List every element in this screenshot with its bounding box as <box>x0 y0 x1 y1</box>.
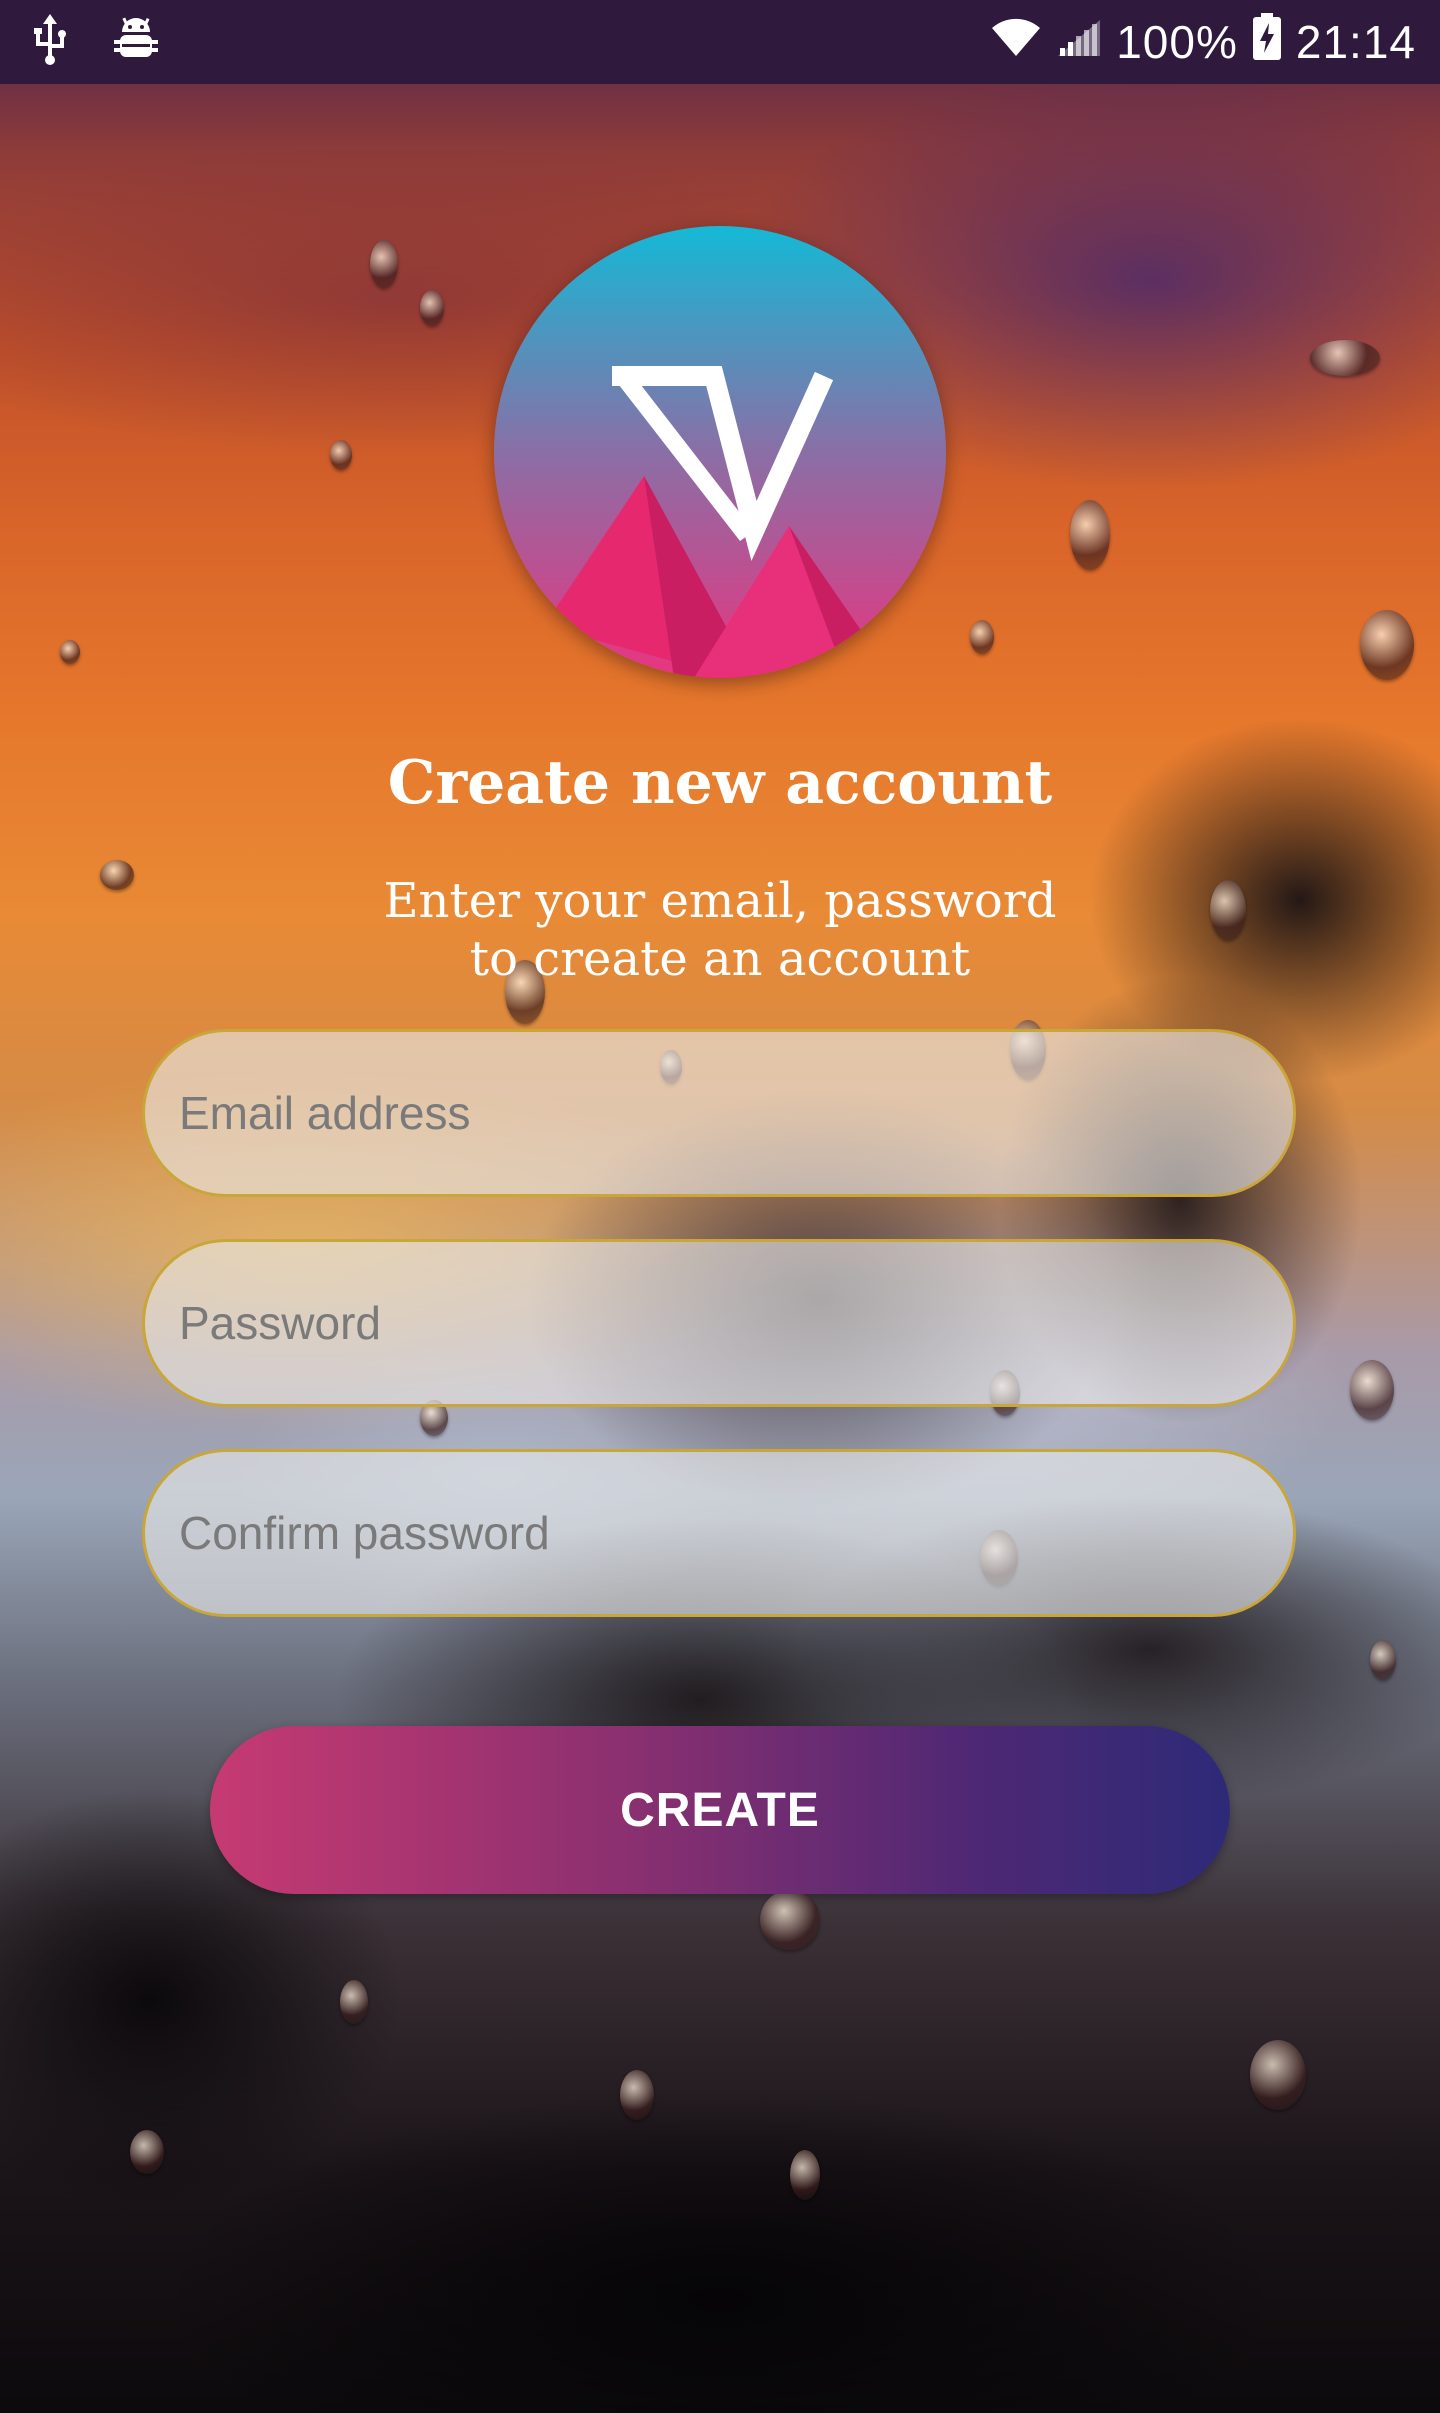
email-field-container[interactable] <box>142 1029 1296 1197</box>
status-bar-right: 100% 21:14 <box>990 12 1416 72</box>
usb-icon <box>30 14 70 71</box>
confirm-password-field-container[interactable] <box>142 1449 1296 1617</box>
confirm-password-field[interactable] <box>177 1505 1261 1561</box>
battery-percent: 100% <box>1116 16 1238 68</box>
create-button[interactable]: CREATE <box>210 1726 1230 1894</box>
email-field[interactable] <box>177 1085 1261 1141</box>
app-logo-icon <box>494 226 946 678</box>
status-bar: 100% 21:14 <box>0 0 1440 84</box>
android-debug-icon <box>114 16 158 69</box>
password-field-container[interactable] <box>142 1239 1296 1407</box>
status-bar-left <box>30 14 158 71</box>
page-title: Create new account <box>387 748 1053 818</box>
password-field[interactable] <box>177 1295 1261 1351</box>
signal-icon <box>1056 15 1102 69</box>
subtitle-line-1: Enter your email, password <box>383 873 1057 929</box>
wifi-icon <box>990 15 1042 69</box>
subtitle-line-2: to create an account <box>469 931 971 987</box>
clock-time: 21:14 <box>1295 16 1416 68</box>
page-subtitle: Enter your email, password to create an … <box>0 872 1440 988</box>
create-account-screen: 100% 21:14 Create new account Enter your… <box>0 0 1440 2413</box>
battery-charging-icon <box>1252 12 1282 72</box>
